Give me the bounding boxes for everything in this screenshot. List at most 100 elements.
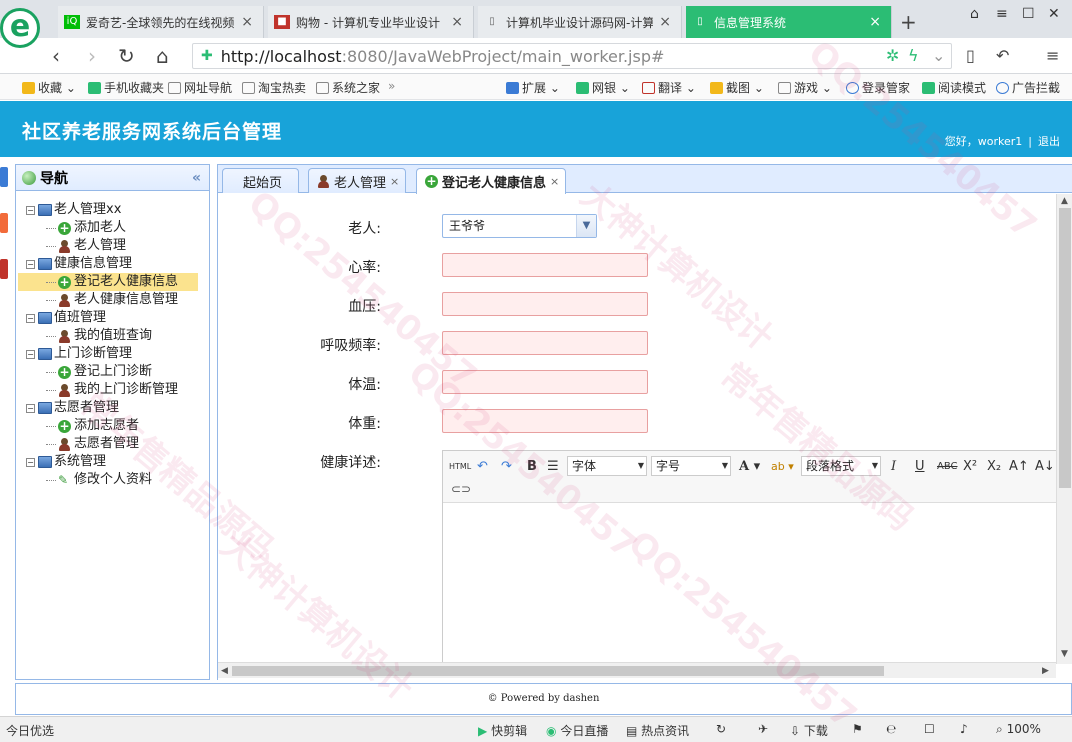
skin-icon[interactable]: ⌂ (970, 6, 979, 22)
tool-translate[interactable]: 翻译 ⌄ (642, 79, 696, 96)
elder-select[interactable]: 王爷爷 ▼ (442, 214, 597, 238)
undo-icon[interactable]: ↶ (477, 457, 488, 477)
window-icon[interactable]: ☐ (924, 722, 935, 736)
browser-tab-active[interactable]: ▯ 信息管理系统 × (686, 6, 892, 38)
status-download[interactable]: ⇩ 下载 (790, 722, 828, 739)
shortcut-icon[interactable] (0, 213, 8, 233)
bookmark-nav[interactable]: 网址导航 (168, 79, 232, 96)
lightning-icon[interactable]: ϟ (908, 46, 919, 65)
status-news[interactable]: ▤ 热点资讯 (626, 722, 689, 739)
nav-group-health[interactable]: − 健康信息管理 (26, 255, 209, 273)
font-color-icon[interactable]: A ▾ (739, 457, 760, 477)
nav-item-register-diagnosis[interactable]: + 登记上门诊断 (26, 363, 209, 381)
back-icon[interactable]: ‹ (52, 44, 60, 68)
superscript-icon[interactable]: X² (963, 457, 977, 477)
tree-toggle-icon[interactable]: − (26, 259, 35, 269)
tree-toggle-icon[interactable]: − (26, 403, 35, 413)
tool-screenshot[interactable]: 截图 ⌄ (710, 79, 764, 96)
scroll-thumb[interactable] (232, 666, 884, 676)
maximize-icon[interactable]: ☐ (1022, 6, 1035, 22)
close-icon[interactable]: × (390, 175, 399, 188)
strikethrough-icon[interactable]: ABC (937, 457, 958, 477)
tool-bank[interactable]: 网银 ⌄ (576, 79, 630, 96)
tab-home[interactable]: 起始页 (222, 168, 300, 193)
scroll-up-icon[interactable]: ▲ (1061, 196, 1068, 206)
browser-tab-iqiyi[interactable]: iQ 爱奇艺-全球领先的在线视频 × (58, 6, 264, 38)
tree-toggle-icon[interactable]: − (26, 313, 35, 323)
phone-icon[interactable]: ▯ (966, 46, 975, 65)
heart-rate-input[interactable] (442, 253, 648, 277)
browser-tab-shop[interactable]: ■ 购物 - 计算机专业毕业设计 × (268, 6, 474, 38)
tool-reader[interactable]: 阅读模式 (922, 79, 986, 96)
link-icon[interactable]: ⊂⊃ (451, 479, 471, 499)
scroll-right-icon[interactable]: ▶ (1042, 666, 1049, 676)
nav-item-add-volunteer[interactable]: + 添加志愿者 (26, 417, 209, 435)
nav-group-duty[interactable]: − 值班管理 (26, 309, 209, 327)
tool-games[interactable]: 游戏 ⌄ (778, 79, 832, 96)
font-decrease-icon[interactable]: A↓ (1035, 457, 1055, 477)
horizontal-scrollbar[interactable]: ◀ ▶ (218, 662, 1056, 678)
close-icon[interactable]: × (241, 14, 253, 30)
format-block-icon[interactable]: ☰ (547, 457, 559, 477)
status-clip[interactable]: ▶ 快剪辑 (478, 722, 527, 739)
browser-tab-source[interactable]: ▯ 计算机毕业设计源码网-计算 × (478, 6, 682, 38)
font-increase-icon[interactable]: A↑ (1009, 457, 1029, 477)
shortcut-icon[interactable] (0, 259, 8, 279)
respiration-input[interactable] (442, 331, 648, 355)
pin-icon[interactable]: ✈ (758, 722, 768, 736)
close-icon[interactable]: × (451, 14, 463, 30)
nav-item-health-manage[interactable]: 老人健康信息管理 (26, 291, 209, 309)
bold-icon[interactable]: B (527, 457, 537, 477)
close-icon[interactable]: × (550, 175, 559, 188)
menu-lines-icon[interactable]: ≡ (996, 6, 1008, 22)
font-size-select[interactable]: 字号 ▼ (651, 456, 731, 476)
tree-toggle-icon[interactable]: − (26, 205, 35, 215)
close-icon[interactable]: × (869, 14, 881, 30)
sound-icon[interactable]: ♪ (960, 722, 968, 736)
ie-icon[interactable]: ℮ (886, 722, 896, 736)
weight-input[interactable] (442, 409, 648, 433)
accelerate-icon[interactable]: ✲ (886, 46, 899, 65)
shortcut-icon[interactable] (0, 167, 8, 187)
font-family-select[interactable]: 字体 ▼ (567, 456, 647, 476)
redo-icon[interactable]: ↷ (501, 457, 512, 477)
chevron-down-icon[interactable]: ▼ (576, 215, 596, 237)
today-picks[interactable]: 今日优选 (6, 722, 54, 739)
nav-item-my-diagnosis[interactable]: 我的上门诊断管理 (26, 381, 209, 399)
nav-item-my-duty[interactable]: 我的值班查询 (26, 327, 209, 345)
nav-group-volunteer[interactable]: − 志愿者管理 (26, 399, 209, 417)
flag-icon[interactable]: ⚑ (852, 722, 863, 736)
forward-icon[interactable]: › (88, 44, 96, 68)
highlight-icon[interactable]: ab ▾ (771, 457, 794, 477)
refresh-icon[interactable]: ↻ (716, 722, 726, 736)
close-icon[interactable]: × (659, 14, 671, 30)
bookmark-taobao[interactable]: 淘宝热卖 (242, 79, 306, 96)
logout-link[interactable]: 退出 (1038, 135, 1060, 148)
nav-item-register-health[interactable]: + 登记老人健康信息 (18, 273, 198, 291)
tree-toggle-icon[interactable]: − (26, 349, 35, 359)
nav-item-edit-profile[interactable]: ✎ 修改个人资料 (26, 471, 209, 489)
tool-extensions[interactable]: 扩展 ⌄ (506, 79, 560, 96)
subscript-icon[interactable]: X₂ (987, 457, 1001, 477)
url-input[interactable]: ✚ http://localhost:8080/JavaWebProject/m… (192, 43, 952, 69)
scroll-thumb[interactable] (1059, 208, 1071, 488)
bookmark-favorites[interactable]: 收藏 ⌄ (22, 79, 76, 96)
more-bookmarks-icon[interactable]: » (388, 79, 395, 93)
collapse-left-icon[interactable]: « (192, 170, 201, 186)
scroll-left-icon[interactable]: ◀ (221, 666, 228, 676)
tab-elder-manage[interactable]: 老人管理 × (308, 168, 407, 193)
paragraph-format-select[interactable]: 段落格式 ▼ (801, 456, 881, 476)
tool-adblock[interactable]: 广告拦截 (996, 79, 1060, 96)
html-source-button[interactable]: HTML (449, 457, 471, 477)
window-close-icon[interactable]: ✕ (1048, 6, 1060, 22)
home-icon[interactable]: ⌂ (156, 44, 169, 68)
nav-item-volunteer-manage[interactable]: 志愿者管理 (26, 435, 209, 453)
undo-icon[interactable]: ↶ (996, 46, 1009, 65)
blood-pressure-input[interactable] (442, 292, 648, 316)
nav-group-elder[interactable]: − 老人管理xx (26, 201, 209, 219)
zoom-control[interactable]: ⌕ 100% (996, 722, 1041, 737)
editor-body[interactable] (443, 503, 1058, 664)
refresh-icon[interactable]: ↻ (118, 44, 135, 68)
nav-item-add-elder[interactable]: + 添加老人 (26, 219, 209, 237)
nav-item-elder-manage[interactable]: 老人管理 (26, 237, 209, 255)
